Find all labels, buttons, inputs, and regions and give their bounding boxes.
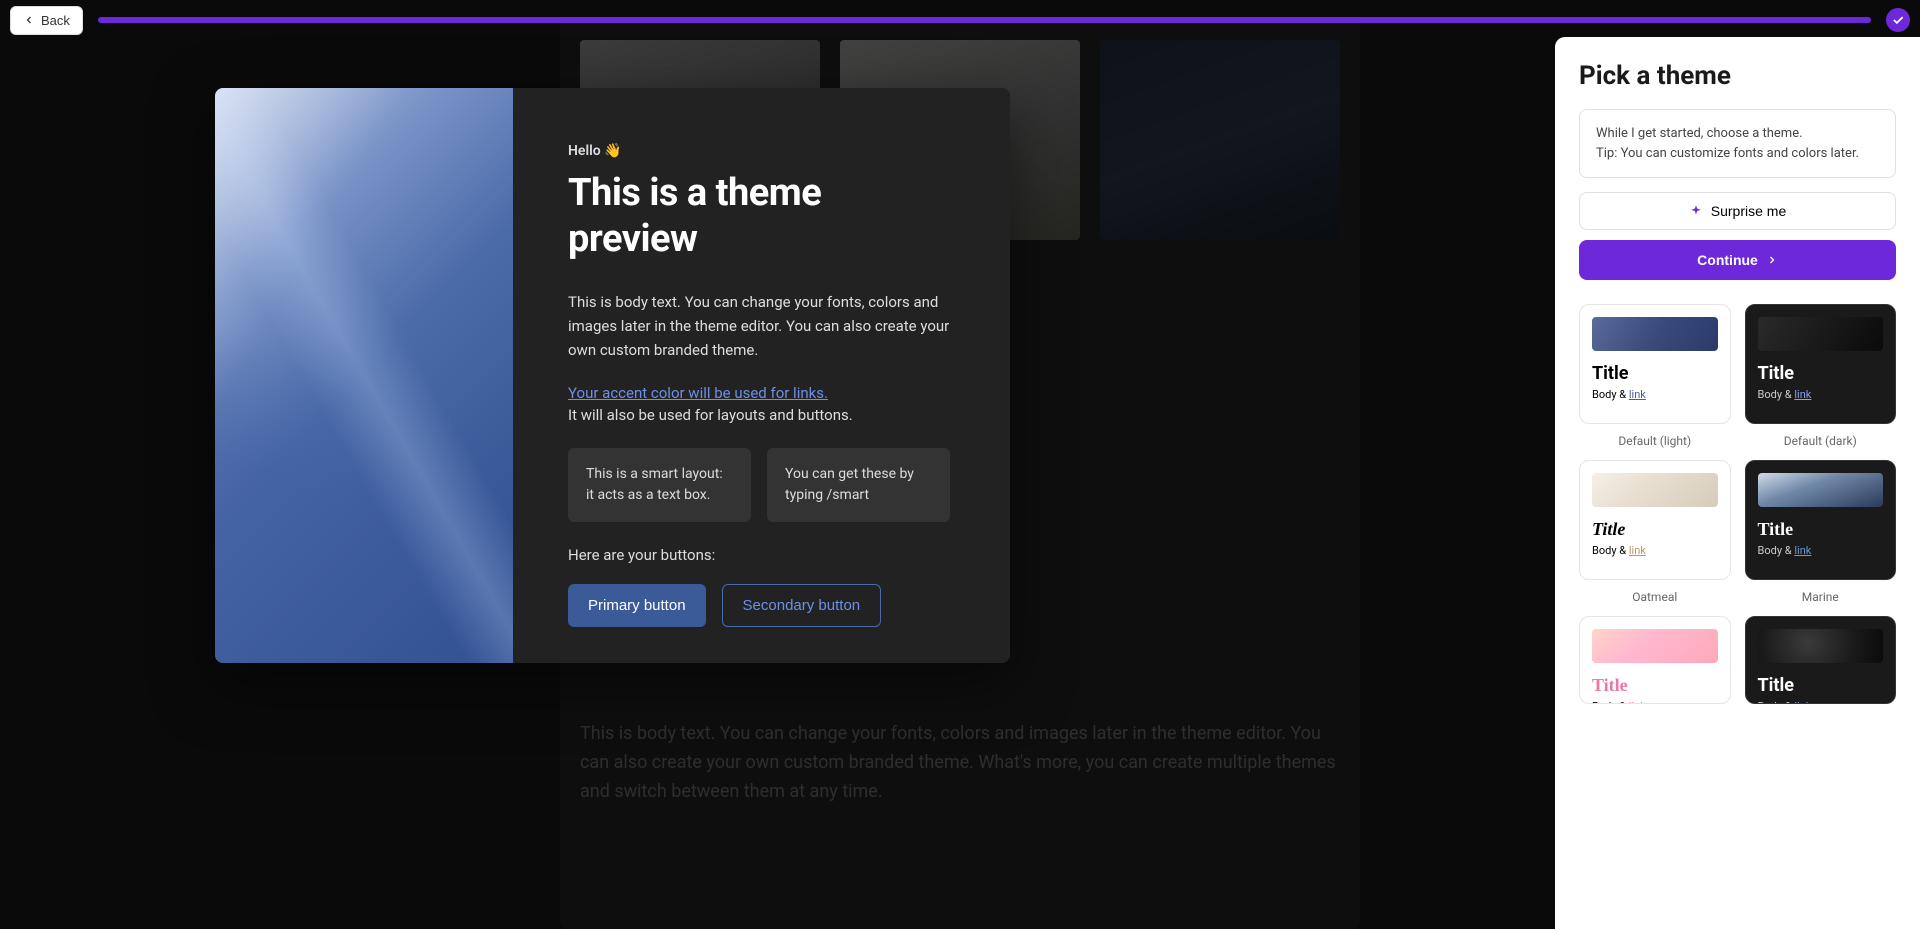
- sidebar-title: Pick a theme: [1579, 61, 1896, 91]
- preview-content: Hello 👋 This is a theme preview This is …: [513, 88, 1010, 663]
- continue-label: Continue: [1697, 252, 1758, 268]
- theme-card-oatmeal[interactable]: Title Body & link Oatmeal: [1579, 460, 1731, 604]
- theme-body-sample: Body & link: [1758, 544, 1884, 557]
- sidebar-info-line2: Tip: You can customize fonts and colors …: [1596, 144, 1879, 164]
- theme-link-sample: link: [1629, 544, 1646, 557]
- preview-hero-image: [215, 88, 513, 663]
- preview-greeting: Hello 👋: [568, 143, 950, 159]
- theme-label: Oatmeal: [1579, 590, 1731, 604]
- theme-hero-image: [1592, 317, 1718, 351]
- theme-body-sample: Body & link: [1592, 700, 1718, 704]
- smart-box-1: This is a smart layout: it acts as a tex…: [568, 448, 751, 522]
- continue-button[interactable]: Continue: [1579, 240, 1896, 280]
- theme-preview-default-light: Title Body & link: [1579, 304, 1731, 424]
- theme-sidebar: Pick a theme While I get started, choose…: [1555, 37, 1920, 929]
- background-image-3: [1100, 40, 1340, 240]
- theme-label: Marine: [1745, 590, 1897, 604]
- theme-body-sample: Body & link: [1758, 700, 1884, 704]
- theme-card-dark-alt[interactable]: Title Body & link: [1745, 616, 1897, 704]
- preview-title: This is a theme preview: [568, 171, 950, 262]
- theme-link-sample: link: [1629, 388, 1646, 401]
- theme-title-sample: Title: [1758, 363, 1884, 384]
- preview-body-text: This is body text. You can change your f…: [568, 290, 950, 362]
- theme-body-sample: Body & link: [1758, 388, 1884, 401]
- arrow-left-icon: [23, 14, 35, 26]
- theme-preview-oatmeal: Title Body & link: [1579, 460, 1731, 580]
- smart-layout-row: This is a smart layout: it acts as a tex…: [568, 448, 950, 522]
- theme-link-sample: link: [1794, 544, 1811, 557]
- primary-button[interactable]: Primary button: [568, 584, 706, 627]
- theme-preview-modal: Hello 👋 This is a theme preview This is …: [215, 88, 1010, 663]
- preview-buttons-label: Here are your buttons:: [568, 546, 950, 564]
- theme-link-sample: link: [1794, 388, 1811, 401]
- theme-hero-image: [1758, 317, 1884, 351]
- progress-complete-indicator: [1886, 8, 1910, 32]
- theme-hero-image: [1592, 629, 1718, 663]
- back-button[interactable]: Back: [10, 6, 83, 35]
- theme-preview-dark-alt: Title Body & link: [1745, 616, 1897, 704]
- secondary-button[interactable]: Secondary button: [722, 584, 882, 627]
- preview-accent-sub: It will also be used for layouts and but…: [568, 406, 950, 424]
- theme-label: Default (dark): [1745, 434, 1897, 448]
- theme-body-sample: Body & link: [1592, 388, 1718, 401]
- sparkle-icon: [1689, 204, 1703, 218]
- sidebar-info-line1: While I get started, choose a theme.: [1596, 124, 1879, 144]
- theme-hero-image: [1758, 473, 1884, 507]
- theme-card-peach[interactable]: Title Body & link: [1579, 616, 1731, 704]
- theme-hero-image: [1758, 629, 1884, 663]
- progress-fill: [98, 17, 1871, 23]
- theme-preview-default-dark: Title Body & link: [1745, 304, 1897, 424]
- theme-card-marine[interactable]: Title Body & link Marine: [1745, 460, 1897, 604]
- theme-link-sample: link: [1629, 700, 1646, 704]
- theme-card-default-light[interactable]: Title Body & link Default (light): [1579, 304, 1731, 448]
- theme-grid: Title Body & link Default (light) Title …: [1579, 304, 1896, 704]
- sidebar-info-box: While I get started, choose a theme. Tip…: [1579, 109, 1896, 178]
- theme-title-sample: Title: [1592, 519, 1718, 540]
- theme-hero-image: [1592, 473, 1718, 507]
- preview-accent-link[interactable]: Your accent color will be used for links…: [568, 384, 950, 402]
- theme-title-sample: Title: [1592, 675, 1718, 696]
- theme-link-sample: link: [1794, 700, 1811, 704]
- theme-title-sample: Title: [1592, 363, 1718, 384]
- theme-title-sample: Title: [1758, 519, 1884, 540]
- preview-button-row: Primary button Secondary button: [568, 584, 950, 627]
- top-bar: Back: [0, 0, 1920, 40]
- theme-preview-marine: Title Body & link: [1745, 460, 1897, 580]
- theme-body-sample: Body & link: [1592, 544, 1718, 557]
- background-body-text: This is body text. You can change your f…: [580, 720, 1340, 806]
- surprise-me-label: Surprise me: [1711, 203, 1786, 219]
- progress-bar: [98, 17, 1871, 23]
- arrow-right-icon: [1766, 254, 1778, 266]
- smart-box-2: You can get these by typing /smart: [767, 448, 950, 522]
- theme-title-sample: Title: [1758, 675, 1884, 696]
- theme-label: Default (light): [1579, 434, 1731, 448]
- surprise-me-button[interactable]: Surprise me: [1579, 192, 1896, 230]
- theme-preview-peach: Title Body & link: [1579, 616, 1731, 704]
- check-icon: [1891, 13, 1905, 27]
- back-label: Back: [41, 13, 70, 28]
- theme-card-default-dark[interactable]: Title Body & link Default (dark): [1745, 304, 1897, 448]
